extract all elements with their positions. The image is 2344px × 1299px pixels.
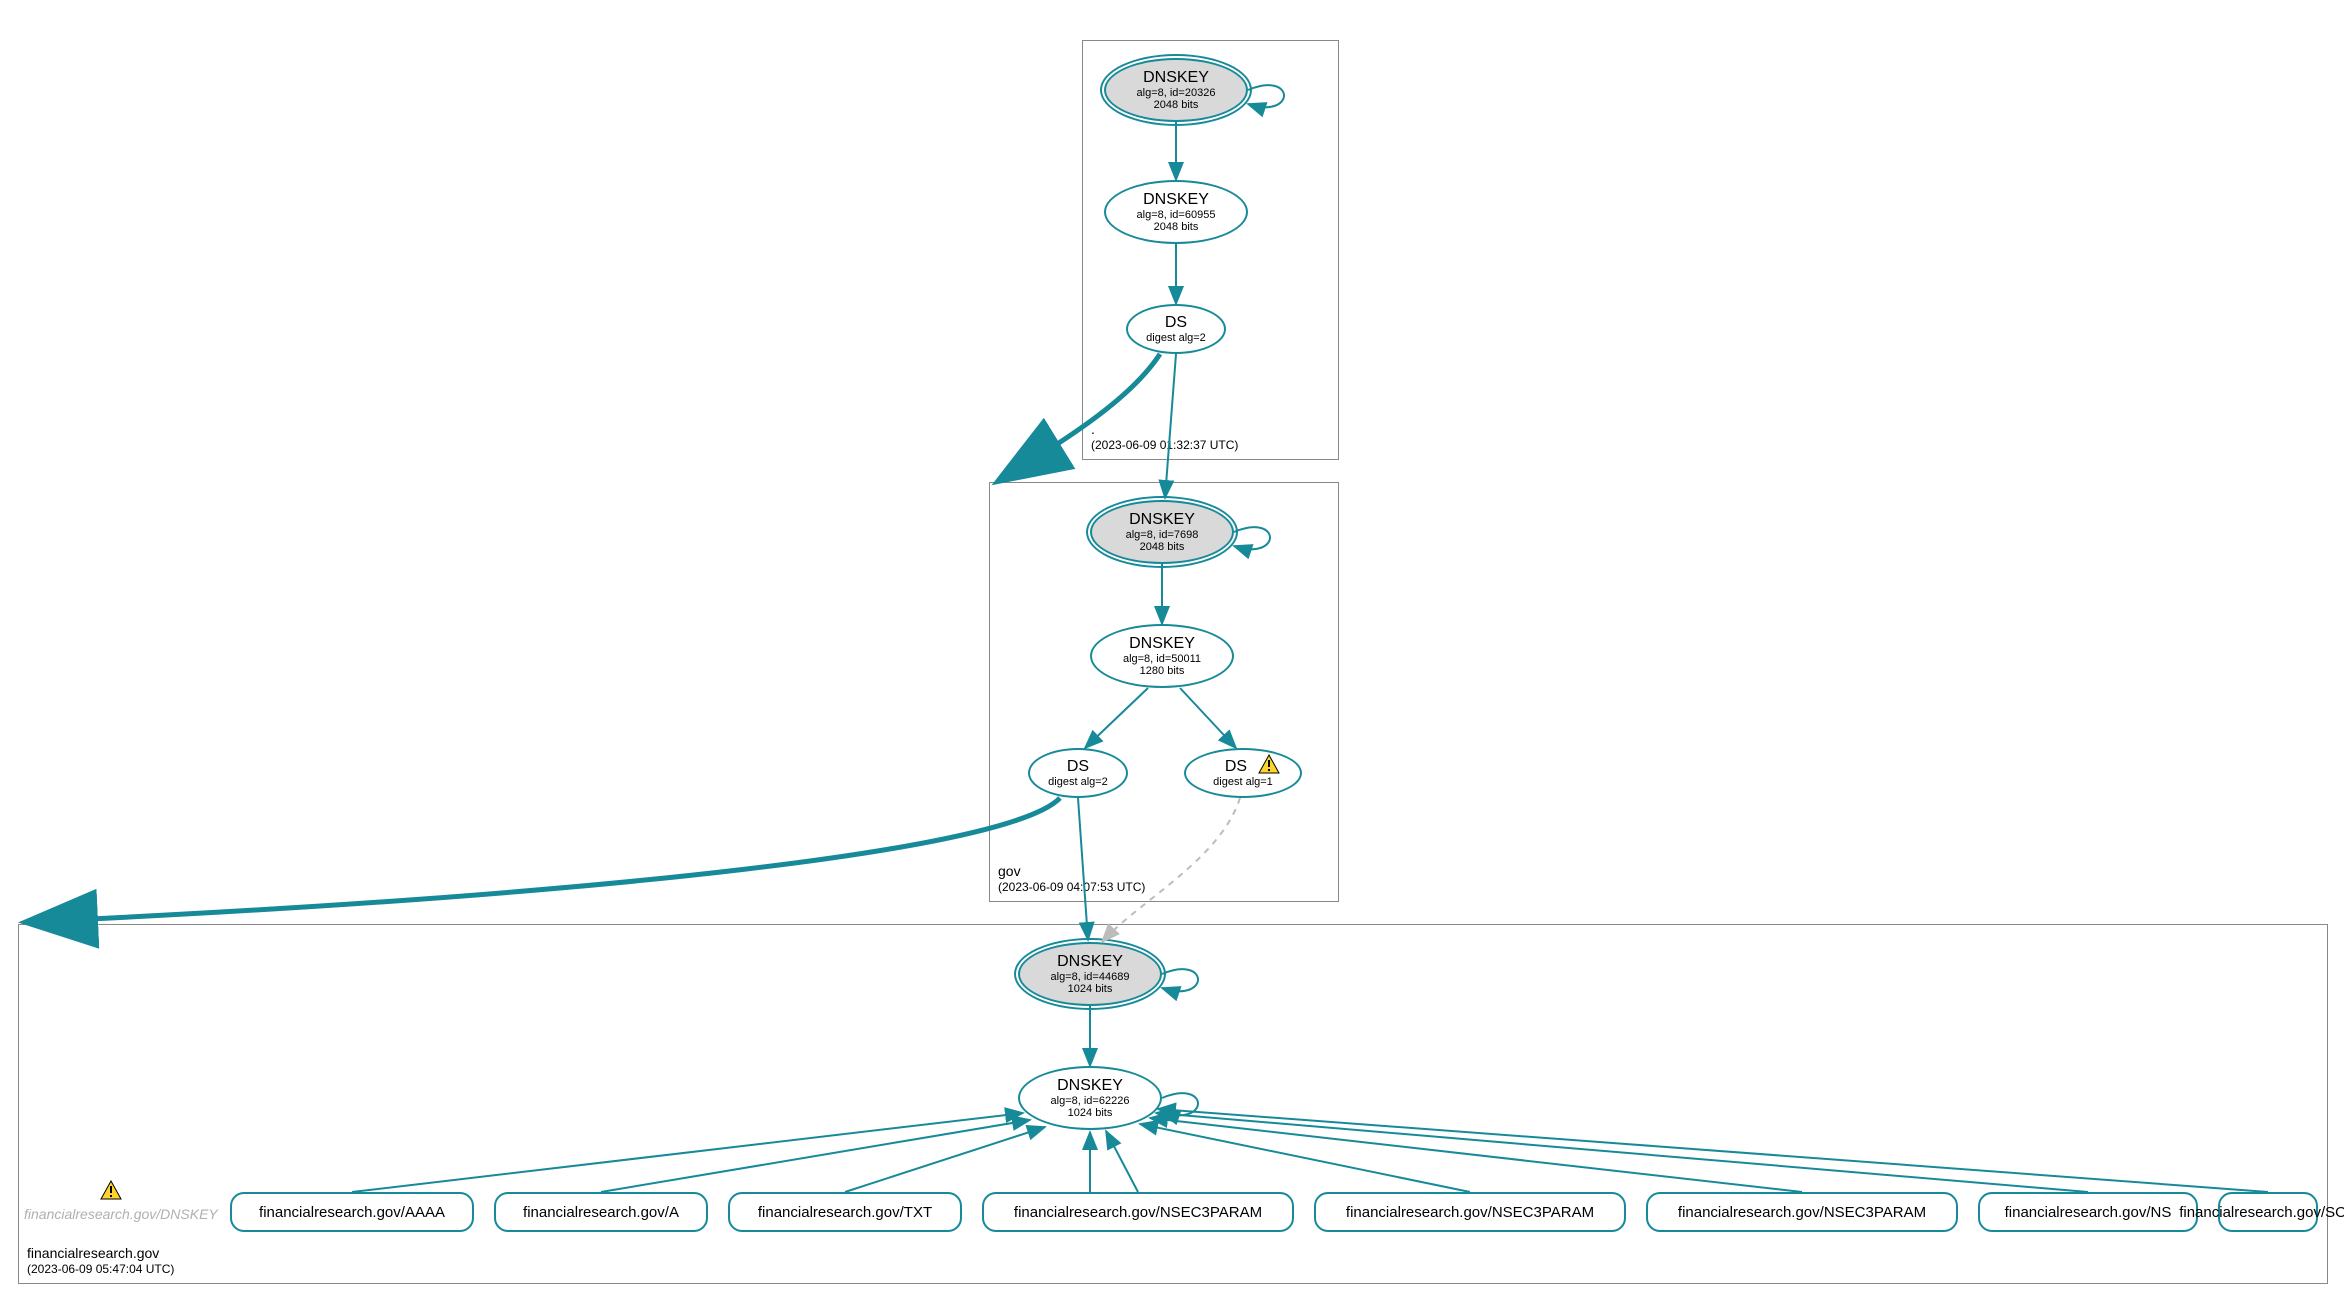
rr-n3p1-text: financialresearch.gov/NSEC3PARAM [1014, 1204, 1262, 1221]
zone-gov-name: gov [998, 863, 1145, 881]
fr-zsk-sub2: 1024 bits [1068, 1107, 1113, 1119]
fr-ksk-sub2: 1024 bits [1068, 983, 1113, 995]
rr-aaaa-text: financialresearch.gov/AAAA [259, 1204, 445, 1221]
gov-ds2-node: DS digest alg=1 [1184, 748, 1302, 798]
gov-zsk-node: DNSKEY alg=8, id=50011 1280 bits [1090, 624, 1234, 688]
rr-soa-text: financialresearch.gov/SOA [2179, 1204, 2344, 1221]
gov-ksk-title: DNSKEY [1129, 511, 1195, 529]
root-zsk-sub1: alg=8, id=60955 [1137, 209, 1216, 221]
root-zsk-title: DNSKEY [1143, 191, 1209, 209]
root-ds-sub1: digest alg=2 [1146, 332, 1206, 344]
gov-ds2-title: DS [1225, 758, 1247, 776]
zone-root-label: . (2023-06-09 01:32:37 UTC) [1091, 421, 1238, 454]
gov-zsk-sub1: alg=8, id=50011 [1123, 653, 1201, 665]
rr-n3p3: financialresearch.gov/NSEC3PARAM [1646, 1192, 1958, 1232]
rr-ns: financialresearch.gov/NS [1978, 1192, 2198, 1232]
fr-ksk-title: DNSKEY [1057, 953, 1123, 971]
rr-txt-text: financialresearch.gov/TXT [758, 1204, 932, 1221]
gov-zsk-title: DNSKEY [1129, 635, 1195, 653]
gov-zsk-sub2: 1280 bits [1140, 665, 1185, 677]
root-ksk-sub2: 2048 bits [1154, 99, 1199, 111]
root-ds-node: DS digest alg=2 [1126, 304, 1226, 354]
fr-zsk-title: DNSKEY [1057, 1077, 1123, 1095]
gov-ksk-node: DNSKEY alg=8, id=7698 2048 bits [1090, 500, 1234, 564]
rr-n3p1: financialresearch.gov/NSEC3PARAM [982, 1192, 1294, 1232]
rr-n3p2: financialresearch.gov/NSEC3PARAM [1314, 1192, 1626, 1232]
zone-gov-label: gov (2023-06-09 04:07:53 UTC) [998, 863, 1145, 896]
gov-ksk-sub2: 2048 bits [1140, 541, 1185, 553]
root-ds-title: DS [1165, 314, 1187, 332]
rr-n3p3-text: financialresearch.gov/NSEC3PARAM [1678, 1204, 1926, 1221]
rr-soa: financialresearch.gov/SOA [2218, 1192, 2318, 1232]
root-zsk-node: DNSKEY alg=8, id=60955 2048 bits [1104, 180, 1248, 244]
rr-n3p2-text: financialresearch.gov/NSEC3PARAM [1346, 1204, 1594, 1221]
root-ksk-sub1: alg=8, id=20326 [1137, 87, 1216, 99]
fr-ksk-sub1: alg=8, id=44689 [1051, 971, 1130, 983]
gov-ds1-title: DS [1067, 758, 1089, 776]
root-ksk-title: DNSKEY [1143, 69, 1209, 87]
ghost-dnskey-label: financialresearch.gov/DNSKEY [24, 1206, 218, 1222]
rr-txt: financialresearch.gov/TXT [728, 1192, 962, 1232]
fr-zsk-sub1: alg=8, id=62226 [1051, 1095, 1130, 1107]
gov-ksk-sub1: alg=8, id=7698 [1126, 529, 1199, 541]
gov-ds1-sub1: digest alg=2 [1048, 776, 1108, 788]
warning-icon [100, 1180, 122, 1200]
zone-gov-ts: (2023-06-09 04:07:53 UTC) [998, 880, 1145, 895]
warning-icon [1258, 754, 1280, 774]
zone-fr-ts: (2023-06-09 05:47:04 UTC) [27, 1262, 174, 1277]
fr-zsk-node: DNSKEY alg=8, id=62226 1024 bits [1018, 1066, 1162, 1130]
rr-a: financialresearch.gov/A [494, 1192, 708, 1232]
zone-fr-name: financialresearch.gov [27, 1245, 174, 1263]
root-ksk-node: DNSKEY alg=8, id=20326 2048 bits [1104, 58, 1248, 122]
rr-ns-text: financialresearch.gov/NS [2005, 1204, 2172, 1221]
gov-ds2-sub1: digest alg=1 [1213, 776, 1273, 788]
gov-ds1-node: DS digest alg=2 [1028, 748, 1128, 798]
rr-aaaa: financialresearch.gov/AAAA [230, 1192, 474, 1232]
rr-a-text: financialresearch.gov/A [523, 1204, 679, 1221]
fr-ksk-node: DNSKEY alg=8, id=44689 1024 bits [1018, 942, 1162, 1006]
zone-fr-label: financialresearch.gov (2023-06-09 05:47:… [27, 1245, 174, 1278]
zone-root-ts: (2023-06-09 01:32:37 UTC) [1091, 438, 1238, 453]
root-zsk-sub2: 2048 bits [1154, 221, 1199, 233]
zone-root-name: . [1091, 421, 1238, 439]
